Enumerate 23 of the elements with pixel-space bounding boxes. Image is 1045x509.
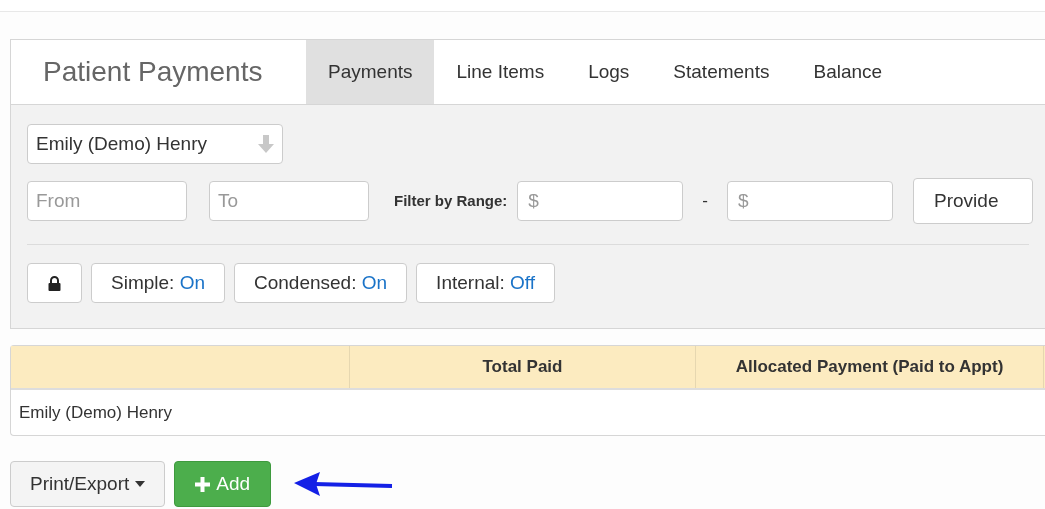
- arrow-icon: [294, 469, 395, 499]
- print-export-button[interactable]: Print/Export: [10, 461, 166, 507]
- patient-select[interactable]: Emily (Demo) Henry: [27, 124, 283, 164]
- min-amount-field[interactable]: $: [517, 181, 684, 221]
- column-header: Allocated Payment (Paid to Appt): [696, 346, 1044, 388]
- range-separator: -: [702, 190, 709, 213]
- toggle-button[interactable]: Simple: On: [91, 263, 225, 303]
- provider-button[interactable]: Provide: [913, 178, 1034, 224]
- lock-icon: [48, 275, 61, 291]
- toggle-button[interactable]: Condensed: On: [234, 263, 408, 303]
- down-arrow-icon: [258, 135, 274, 153]
- from-date-field[interactable]: From: [27, 181, 187, 221]
- toggle-button[interactable]: Internal: Off: [416, 263, 556, 303]
- table-cell-text: Emily (Demo) Henry: [19, 401, 173, 424]
- column-header: Total Paid: [350, 346, 696, 388]
- caret-icon: [135, 481, 146, 487]
- panel-title: Patient Payments: [42, 55, 264, 89]
- to-date-field[interactable]: To: [209, 181, 369, 221]
- lock-button[interactable]: [27, 263, 82, 303]
- range-label: Filter by Range:: [394, 190, 508, 211]
- tab[interactable]: Payments: [306, 40, 435, 104]
- plus-icon: [195, 476, 211, 492]
- max-amount-field[interactable]: $: [727, 181, 894, 221]
